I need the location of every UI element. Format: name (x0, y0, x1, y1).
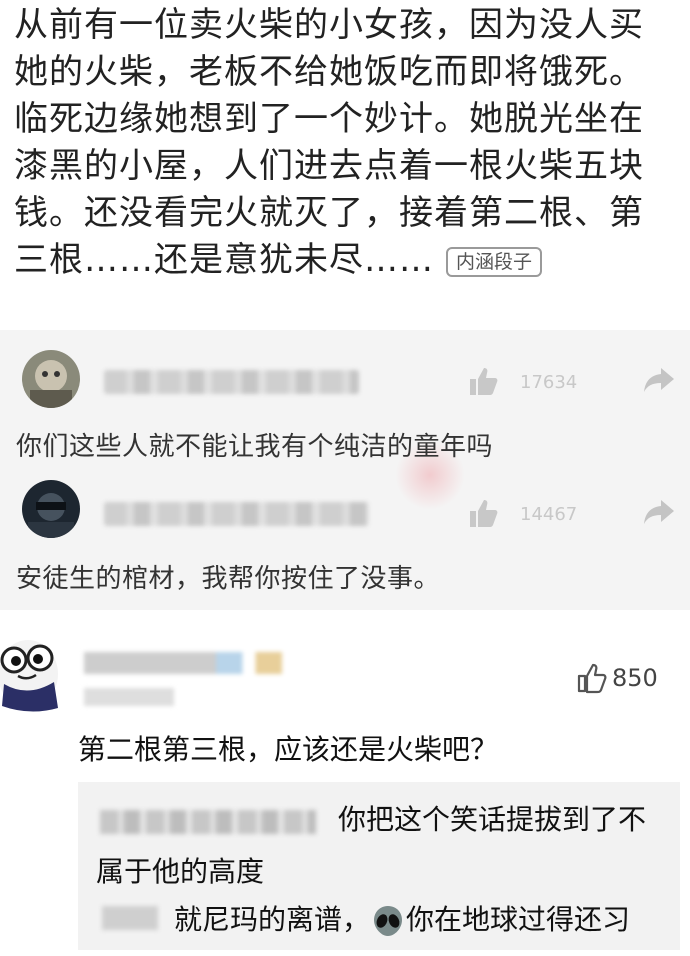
like-count: 17634 (520, 372, 578, 393)
like-count: 14467 (520, 504, 578, 525)
thumbs-up-icon[interactable] (468, 498, 500, 528)
category-tag[interactable]: 内涵段子 (446, 246, 543, 277)
reply-text-continued: 属于他的高度 (96, 855, 265, 888)
blurred-user-meta (84, 688, 174, 706)
thumbs-up-icon[interactable] (576, 662, 608, 694)
blurred-reply-username (102, 906, 158, 930)
post-body: 从前有一位卖火柴的小女孩，因为没人买 她的火柴，老板不给她饭吃而即将饿死。 临死… (14, 2, 684, 284)
reply-text-part: 你在地球过得还习 (406, 903, 631, 936)
hot-comments-section: 17634 你们这些人就不能让我有个纯洁的童年吗 14467 安徒生的棺材，我帮… (0, 330, 690, 610)
reply-text: 就尼玛的离谱， 你在地球过得还习 (174, 898, 630, 938)
share-icon[interactable] (642, 498, 676, 526)
reply-text: 你把这个笑话提拔到了不 (338, 803, 647, 836)
post-line: 漆黑的小屋，人们进去点着一根火柴五块 (14, 146, 644, 186)
post-line: 她的火柴，老板不给她饭吃而即将饿死。 (14, 52, 644, 92)
blurred-username (104, 502, 369, 526)
avatar[interactable] (22, 480, 80, 538)
reply-list: 你把这个笑话提拔到了不 属于他的高度 就尼玛的离谱， 你在地球过得还习 (78, 782, 680, 950)
reply-text-part: 就尼玛的离谱， (174, 903, 371, 936)
blurred-username (84, 652, 304, 674)
blurred-reply-username (100, 810, 316, 834)
post-line: 临死边缘她想到了一个妙计。她脱光坐在 (14, 99, 644, 139)
post-line: 钱。还没看完火就灭了，接着第二根、第 (14, 193, 644, 233)
comment-thread: 850 第二根第三根，应该还是火柴吧？ 你把这个笑话提拔到了不 属于他的高度 就… (0, 610, 690, 956)
share-icon[interactable] (642, 366, 676, 394)
blurred-username (104, 370, 359, 394)
comment-text: 安徒生的棺材，我帮你按住了没事。 (16, 564, 441, 594)
post-line-text: 三根……还是意犹未尽…… (14, 240, 434, 280)
comment-text: 第二根第三根，应该还是火柴吧？ (78, 733, 499, 766)
joke-post: 从前有一位卖火柴的小女孩，因为没人买 她的火柴，老板不给她饭吃而即将饿死。 临死… (0, 0, 690, 330)
comment-text: 你们这些人就不能让我有个纯洁的童年吗 (16, 432, 494, 462)
like-count: 850 (612, 664, 658, 692)
post-line-last: 三根……还是意犹未尽…… 内涵段子 (14, 237, 684, 284)
thumbs-up-icon[interactable] (468, 366, 500, 396)
post-line: 从前有一位卖火柴的小女孩，因为没人买 (14, 5, 644, 45)
avatar[interactable] (0, 634, 62, 714)
alien-emoji-icon (372, 904, 404, 938)
avatar[interactable] (22, 350, 80, 408)
